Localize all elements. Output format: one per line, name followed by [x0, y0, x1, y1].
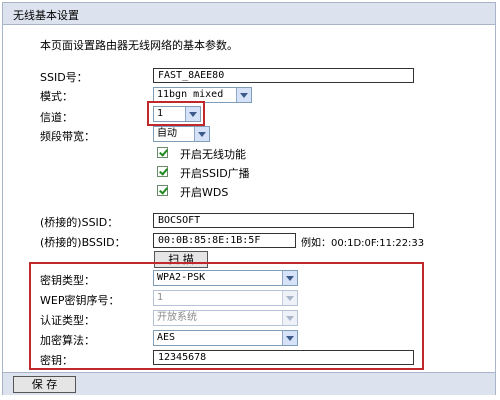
bssid-example-text: 例如：00:1D:0F:11:22:33	[301, 238, 425, 249]
ssid-input[interactable]: FAST_8AEE80	[153, 68, 414, 83]
wep-index-label: WEP密钥序号：	[40, 294, 120, 307]
enable-ssid-broadcast-label: 开启SSID广播	[180, 167, 250, 180]
auth-type-select: 开放系统	[153, 310, 298, 326]
ssid-label: SSID号：	[40, 71, 88, 84]
intro-text: 本页面设置路由器无线网络的基本参数。	[40, 39, 238, 52]
enable-wds-label: 开启WDS	[180, 186, 229, 199]
encryption-select-value: AES	[157, 332, 176, 343]
channel-select-value: 1	[157, 108, 164, 119]
encryption-label: 加密算法：	[40, 334, 95, 347]
encryption-select[interactable]: AES	[153, 330, 298, 346]
key-type-select-value: WPA2-PSK	[157, 272, 206, 283]
channel-label: 信道：	[40, 111, 73, 124]
bandwidth-select-value: 自动	[157, 128, 177, 139]
auth-type-select-value: 开放系统	[157, 312, 197, 323]
chevron-down-icon[interactable]	[236, 88, 251, 102]
wep-index-select: 1	[153, 290, 298, 306]
key-label: 密钥：	[40, 354, 73, 367]
bridge-bssid-input[interactable]: 00:0B:85:8E:1B:5F	[153, 233, 296, 248]
chevron-down-icon[interactable]	[282, 271, 297, 285]
enable-wds-checkbox[interactable]	[157, 185, 168, 196]
bridge-ssid-label: (桥接的)SSID：	[40, 216, 119, 229]
key-type-label: 密钥类型：	[40, 274, 95, 287]
auth-type-label: 认证类型：	[40, 314, 95, 327]
bandwidth-label: 频段带宽：	[40, 130, 95, 143]
wep-index-select-value: 1	[157, 292, 164, 303]
enable-wireless-checkbox[interactable]	[157, 147, 168, 158]
bridge-bssid-label: (桥接的)BSSID：	[40, 236, 126, 249]
chevron-down-icon	[282, 291, 297, 305]
key-type-select[interactable]: WPA2-PSK	[153, 270, 298, 286]
channel-select[interactable]: 1	[153, 106, 201, 122]
title-bar: 无线基本设置	[3, 3, 495, 25]
chevron-down-icon[interactable]	[194, 127, 209, 141]
page-title: 无线基本设置	[13, 9, 79, 22]
enable-wireless-label: 开启无线功能	[180, 148, 246, 161]
bandwidth-select[interactable]: 自动	[153, 126, 210, 142]
mode-label: 模式：	[40, 90, 73, 103]
save-button[interactable]: 保 存	[13, 376, 76, 393]
chevron-down-icon[interactable]	[185, 107, 200, 121]
bridge-ssid-input[interactable]: BOCSOFT	[153, 213, 414, 228]
chevron-down-icon	[282, 311, 297, 325]
bottom-bar	[3, 372, 495, 395]
chevron-down-icon[interactable]	[282, 331, 297, 345]
enable-ssid-broadcast-checkbox[interactable]	[157, 166, 168, 177]
key-input[interactable]: 12345678	[153, 350, 414, 365]
mode-select-value: 11bgn mixed	[157, 89, 224, 100]
